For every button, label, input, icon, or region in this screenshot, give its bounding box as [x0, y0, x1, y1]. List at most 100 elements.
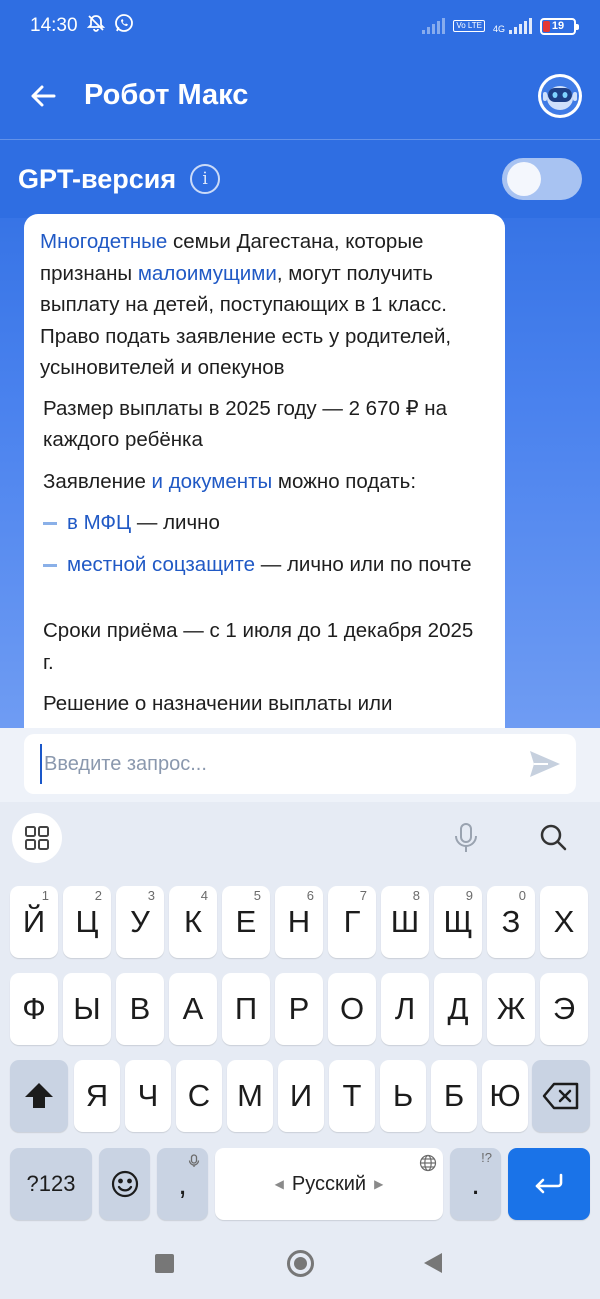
emoji-key[interactable] — [99, 1148, 150, 1220]
text-span: можно подать: — [272, 469, 417, 493]
key-Ы[interactable]: Ы — [63, 973, 111, 1045]
key-Т[interactable]: Т — [329, 1060, 375, 1132]
robot-avatar-icon[interactable] — [538, 73, 582, 118]
backspace-key[interactable] — [532, 1060, 590, 1132]
comma-label: , — [178, 1166, 187, 1201]
key-Ф[interactable]: Ф — [10, 973, 58, 1045]
link-mnogodetnye[interactable]: Многодетные — [40, 230, 167, 253]
key-label: А — [182, 991, 204, 1026]
key-Ю[interactable]: Ю — [482, 1060, 528, 1132]
system-nav-bar — [0, 1228, 600, 1299]
key-hint: 9 — [465, 888, 473, 903]
search-icon[interactable] — [538, 822, 568, 852]
info-icon[interactable]: i — [190, 164, 221, 194]
battery-icon: 19 — [540, 17, 579, 35]
link-mfc[interactable]: в МФЦ — [67, 511, 131, 534]
key-Ж[interactable]: Ж — [487, 973, 535, 1045]
status-time: 14:30 — [30, 15, 78, 36]
key-З[interactable]: 0З — [487, 886, 535, 958]
input-area — [0, 728, 600, 802]
key-А[interactable]: А — [169, 973, 217, 1045]
bullet-dash — [43, 563, 57, 567]
send-icon[interactable] — [528, 748, 562, 780]
grid-icon[interactable] — [12, 813, 62, 863]
period-key[interactable]: !? . — [450, 1148, 501, 1220]
globe-icon — [419, 1154, 437, 1172]
shift-icon — [25, 1083, 53, 1108]
message-paragraph-3: Заявление и документы можно подать: — [40, 466, 489, 498]
key-И[interactable]: И — [278, 1060, 324, 1132]
period-label: . — [471, 1166, 480, 1201]
key-Ч[interactable]: Ч — [125, 1060, 171, 1132]
key-label: Э — [552, 991, 576, 1026]
key-hint: 4 — [200, 888, 208, 903]
emoji-icon — [111, 1170, 138, 1198]
key-Н[interactable]: 6Н — [275, 886, 323, 958]
list-item: в МФЦ — лично — [40, 507, 489, 539]
key-К[interactable]: 4К — [169, 886, 217, 958]
network-type: 4G — [492, 24, 505, 34]
key-Ш[interactable]: 8Ш — [381, 886, 429, 958]
key-label: Ь — [392, 1078, 414, 1113]
key-П[interactable]: П — [222, 973, 270, 1045]
key-О[interactable]: О — [328, 973, 376, 1045]
4g-signal-icon — [509, 18, 532, 34]
gpt-version-toggle[interactable] — [502, 158, 582, 200]
link-documents[interactable]: и документы — [152, 470, 273, 493]
enter-icon — [535, 1173, 563, 1194]
key-Э[interactable]: Э — [540, 973, 588, 1045]
keyboard: ?123 , ◀ Русский ▶ !? . 1Й2Ц3У4К5Е6Н7Г8Ш9Щ… — [0, 802, 600, 1228]
key-Щ[interactable]: 9Щ — [434, 886, 482, 958]
shift-key[interactable] — [10, 1060, 68, 1132]
key-label: Г — [343, 904, 361, 939]
key-Р[interactable]: Р — [275, 973, 323, 1045]
key-label: Т — [342, 1078, 362, 1113]
key-Е[interactable]: 5Е — [222, 886, 270, 958]
key-В[interactable]: В — [116, 973, 164, 1045]
link-soczashchita[interactable]: местной соцзащите — [67, 553, 255, 576]
app-bar: Робот Макс — [0, 52, 600, 140]
key-Б[interactable]: Б — [431, 1060, 477, 1132]
comma-key[interactable]: , — [157, 1148, 208, 1220]
key-label: Д — [447, 991, 469, 1026]
gpt-version-label: GPT-версия — [18, 163, 177, 194]
message-paragraph-5: Решение о назначении выплаты или — [43, 692, 393, 715]
bullet-dash — [43, 522, 57, 525]
key-label: Ж — [496, 991, 526, 1026]
key-label: Й — [22, 904, 46, 939]
key-Ц[interactable]: 2Ц — [63, 886, 111, 958]
key-Я[interactable]: Я — [74, 1060, 120, 1132]
key-label: Е — [235, 904, 257, 939]
period-hint: !? — [481, 1150, 492, 1165]
query-input[interactable] — [40, 744, 510, 784]
back-button[interactable] — [26, 79, 60, 113]
key-label: Х — [553, 904, 575, 939]
text-span: Заявление — [43, 469, 152, 493]
link-maloimushchie[interactable]: малоимущими — [138, 262, 277, 285]
chat-area[interactable]: GPT-версия i Многодетные семьи Дагестана… — [0, 140, 600, 728]
key-Д[interactable]: Д — [434, 973, 482, 1045]
back-triangle-icon[interactable] — [424, 1253, 442, 1273]
key-label: Б — [443, 1078, 465, 1113]
key-label: У — [130, 904, 150, 939]
key-label: З — [501, 904, 521, 939]
key-label: Ы — [73, 991, 101, 1026]
key-Х[interactable]: Х — [540, 886, 588, 958]
key-С[interactable]: С — [176, 1060, 222, 1132]
key-Ь[interactable]: Ь — [380, 1060, 426, 1132]
space-key[interactable]: ◀ Русский ▶ — [215, 1148, 443, 1220]
key-hint: 8 — [412, 888, 420, 903]
numbers-key[interactable]: ?123 — [10, 1148, 92, 1220]
key-hint: 6 — [306, 888, 314, 903]
home-circle-icon[interactable] — [287, 1250, 314, 1277]
list-item: местной соцзащите — лично или по почте — [40, 549, 489, 581]
key-Г[interactable]: 7Г — [328, 886, 376, 958]
key-Й[interactable]: 1Й — [10, 886, 58, 958]
key-У[interactable]: 3У — [116, 886, 164, 958]
mic-icon[interactable] — [452, 822, 480, 854]
recents-square-icon[interactable] — [155, 1254, 174, 1273]
key-М[interactable]: М — [227, 1060, 273, 1132]
enter-key[interactable] — [508, 1148, 590, 1220]
page-title: Робот Макс — [84, 79, 249, 111]
key-Л[interactable]: Л — [381, 973, 429, 1045]
